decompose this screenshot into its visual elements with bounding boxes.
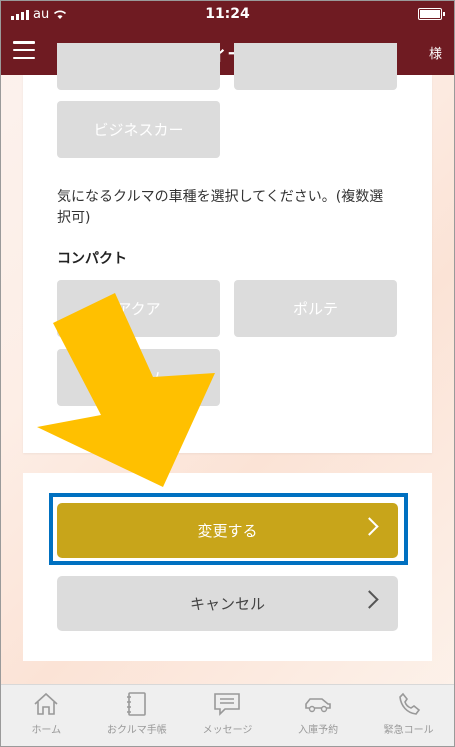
option-partial-right[interactable] [234, 43, 397, 90]
car-icon [305, 698, 331, 713]
option-porte[interactable]: ポルテ [234, 280, 397, 337]
tab-home[interactable]: ホーム [1, 685, 92, 746]
option-passo[interactable]: パッソ [57, 349, 220, 406]
home-icon [34, 692, 58, 715]
instruction-text: 気になるクルマの車種を選択してください。(複数選択可) [57, 189, 384, 226]
phone-icon [398, 692, 420, 715]
notebook-icon [126, 692, 146, 716]
tab-reservation[interactable]: 入庫予約 [273, 685, 364, 746]
tab-notebook[interactable]: おクルマ手帳 [92, 685, 183, 746]
chevron-right-icon [360, 590, 379, 609]
user-suffix: 様 [428, 47, 442, 62]
tab-emergency[interactable]: 緊急コール [363, 685, 454, 746]
chevron-right-icon [360, 517, 379, 536]
vehicle-selection-card: ビジネスカー 気になるクルマの車種を選択してください。(複数選択可) コンパクト… [23, 43, 432, 453]
message-icon [214, 693, 241, 716]
tab-message-label: メッセージ [202, 725, 253, 736]
app-screen: au 11:24 プロフィール設定 様 ビジネスカー 気になるクルマの車種を選択… [0, 0, 455, 747]
option-partial-left[interactable] [57, 43, 220, 90]
option-aqua[interactable]: アクア [57, 280, 220, 337]
status-bar: au 11:24 [1, 1, 454, 29]
category-compact-label: コンパクト [57, 251, 127, 267]
tab-notebook-label: おクルマ手帳 [107, 725, 167, 736]
battery-icon [418, 8, 445, 20]
submit-button-label: 変更する [197, 522, 258, 540]
cancel-button-label: キャンセル [189, 595, 265, 613]
status-time: 11:24 [205, 6, 250, 22]
tab-emergency-label: 緊急コール [383, 725, 434, 736]
tab-reservation-label: 入庫予約 [298, 725, 339, 736]
tab-message[interactable]: メッセージ [182, 685, 273, 746]
cancel-button[interactable]: キャンセル [57, 576, 398, 631]
tab-home-label: ホーム [31, 725, 62, 736]
option-business-car[interactable]: ビジネスカー [57, 101, 220, 158]
submit-button[interactable]: 変更する [57, 503, 398, 558]
bottom-tab-bar: ホーム おクルマ手帳 メッセージ 入庫予約 緊急コール [1, 684, 454, 746]
